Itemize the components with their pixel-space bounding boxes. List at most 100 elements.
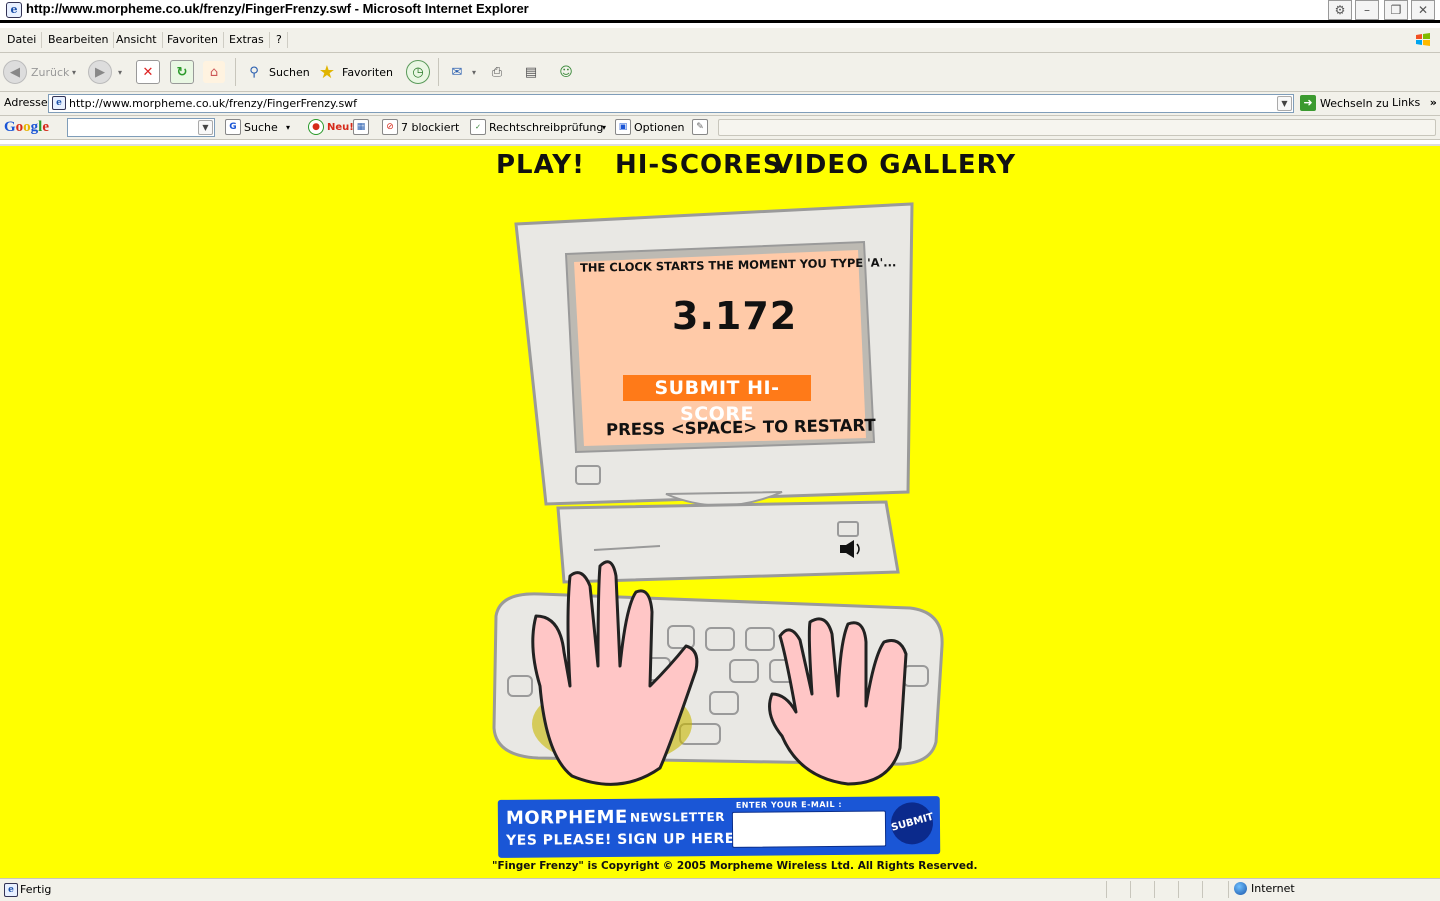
google-search-button[interactable]: G Suche [225,119,278,135]
messenger-icon: ☺ [559,64,573,80]
menu-datei[interactable]: Datei [2,32,43,48]
back-arrow-icon: ◀ [3,60,27,84]
forward-history-dropdown[interactable]: ▾ [118,56,122,88]
mail-button[interactable]: ✉ [446,56,468,88]
mail-dropdown[interactable]: ▾ [472,56,476,88]
submit-hi-score-button[interactable]: SUBMIT HI-SCORE [623,375,811,425]
status-cell [1178,881,1179,898]
home-button[interactable]: ⌂ [203,56,225,88]
favorites-button[interactable]: ★ Favoriten [316,56,393,88]
google-new-button[interactable]: ● Neu! [308,119,354,135]
google-search-options-dropdown[interactable]: ▾ [286,119,290,135]
go-label: Wechseln zu [1320,96,1389,110]
toolbar-separator [438,58,439,86]
ie-icon: e [6,2,22,18]
highlight-button[interactable]: ✎ [692,119,708,135]
forward-arrow-icon: ▶ [88,60,112,84]
status-cell [1228,881,1229,898]
google-search-dropdown-icon[interactable]: ▼ [198,120,213,135]
google-search-label: Suche [244,120,278,134]
back-button[interactable]: ◀ Zurück [3,56,69,88]
help-icon[interactable]: ⚙ [1328,0,1352,20]
power-button [837,521,859,537]
google-options-button[interactable]: ▣ Optionen [615,119,684,135]
close-button[interactable]: ✕ [1411,0,1435,20]
edit-button[interactable]: ▤ [520,56,542,88]
options-label: Optionen [634,120,685,134]
print-button[interactable]: ⎙ [486,56,508,88]
address-label: Adresse [4,96,48,109]
minimize-button[interactable]: – [1355,0,1379,20]
address-bar: Adresse e http://www.morpheme.co.uk/fren… [0,92,1440,116]
blocked-label: 7 blockiert [401,120,460,134]
monitor-button [575,465,601,485]
status-cell [1106,881,1107,898]
refresh-button[interactable]: ↻ [170,56,194,88]
favorites-label: Favoriten [342,65,393,79]
popup-blocker-icon: ⊘ [382,119,398,135]
home-icon: ⌂ [203,61,225,83]
google-toolbar-trail [718,119,1436,136]
timer-display: 3.172 [672,294,798,338]
links-label: Links [1392,96,1421,109]
address-dropdown-icon[interactable]: ▼ [1277,96,1292,111]
mail-icon: ✉ [451,64,463,80]
newsletter-tagline: YES PLEASE! SIGN UP HERE... [506,830,753,849]
title-bar: e http://www.morpheme.co.uk/frenzy/Finge… [0,0,1440,23]
menu-favoriten[interactable]: Favoriten [162,32,224,48]
stop-icon: ✕ [136,60,160,84]
page-icon: e [52,96,66,110]
email-label: ENTER YOUR E-MAIL : [735,799,843,810]
flash-game-area[interactable]: PLAY! HI-SCORES VIDEO GALLERY THE CLOCK … [0,144,1440,878]
newsletter-submit-button[interactable]: SUBMIT [886,797,938,850]
restore-button[interactable]: ❐ [1384,0,1408,20]
google-new-label: Neu! [327,121,354,133]
google-pagerank-button[interactable]: ▦ [353,119,369,135]
history-button[interactable]: ◷ [406,56,430,88]
spellcheck-label: Rechtschreibprüfung [489,120,604,134]
status-cell [1130,881,1131,898]
edit-icon: ▤ [524,64,538,80]
google-logo[interactable]: Google [4,119,49,136]
menu-help[interactable]: ? [271,32,288,48]
address-url: http://www.morpheme.co.uk/frenzy/FingerF… [69,97,358,110]
security-zone: Internet [1234,882,1295,895]
spellcheck-dropdown[interactable]: ▾ [602,119,606,135]
search-icon: ⚲ [249,64,259,80]
standard-toolbar: ◀ Zurück ▾ ▶ ▾ ✕ ↻ ⌂ ⚲ Suchen ★ Favorite… [0,53,1440,92]
google-news-icon: ● [308,119,324,135]
links-button[interactable]: Links » [1392,96,1437,109]
address-input[interactable]: e http://www.morpheme.co.uk/frenzy/Finge… [48,94,1294,113]
go-arrow-icon: ➜ [1300,95,1316,111]
stop-button[interactable]: ✕ [136,56,160,88]
chevron-right-icon: » [1429,96,1437,109]
email-input[interactable] [731,810,887,848]
globe-icon [1234,882,1247,895]
back-history-dropdown[interactable]: ▾ [72,56,76,88]
google-toolbar: Google ▼ G Suche ▾ ● Neu! ▦ ⊘ 7 blockier… [0,116,1440,140]
menu-bearbeiten[interactable]: Bearbeiten [43,32,115,48]
page-status-icon: e [4,883,18,897]
go-button[interactable]: ➜ Wechseln zu [1300,94,1389,112]
status-cell [1202,881,1203,898]
forward-button[interactable]: ▶ [88,56,112,88]
popup-blocker-button[interactable]: ⊘ 7 blockiert [382,119,459,135]
newsletter-signup: MORPHEME NEWSLETTER YES PLEASE! SIGN UP … [497,796,941,858]
computer-illustration [492,202,944,786]
status-bar: e Fertig Internet [0,878,1440,901]
newsletter-word: NEWSLETTER [629,809,726,825]
zone-label: Internet [1251,882,1295,895]
menu-ansicht[interactable]: Ansicht [111,32,163,48]
menu-extras[interactable]: Extras [224,32,270,48]
toolbar-separator [235,58,236,86]
copyright-text: "Finger Frenzy" is Copyright © 2005 Morp… [492,860,978,872]
google-search-input[interactable]: ▼ [67,118,215,137]
history-icon: ◷ [406,60,430,84]
newsletter-brand: MORPHEME [505,806,628,829]
spellcheck-button[interactable]: ✓ Rechtschreibprüfung [470,119,603,135]
messenger-button[interactable]: ☺ [555,56,577,88]
status-text: Fertig [20,883,52,896]
refresh-icon: ↻ [170,60,194,84]
window-title: http://www.morpheme.co.uk/frenzy/FingerF… [26,1,529,16]
search-button[interactable]: ⚲ Suchen [243,56,309,88]
